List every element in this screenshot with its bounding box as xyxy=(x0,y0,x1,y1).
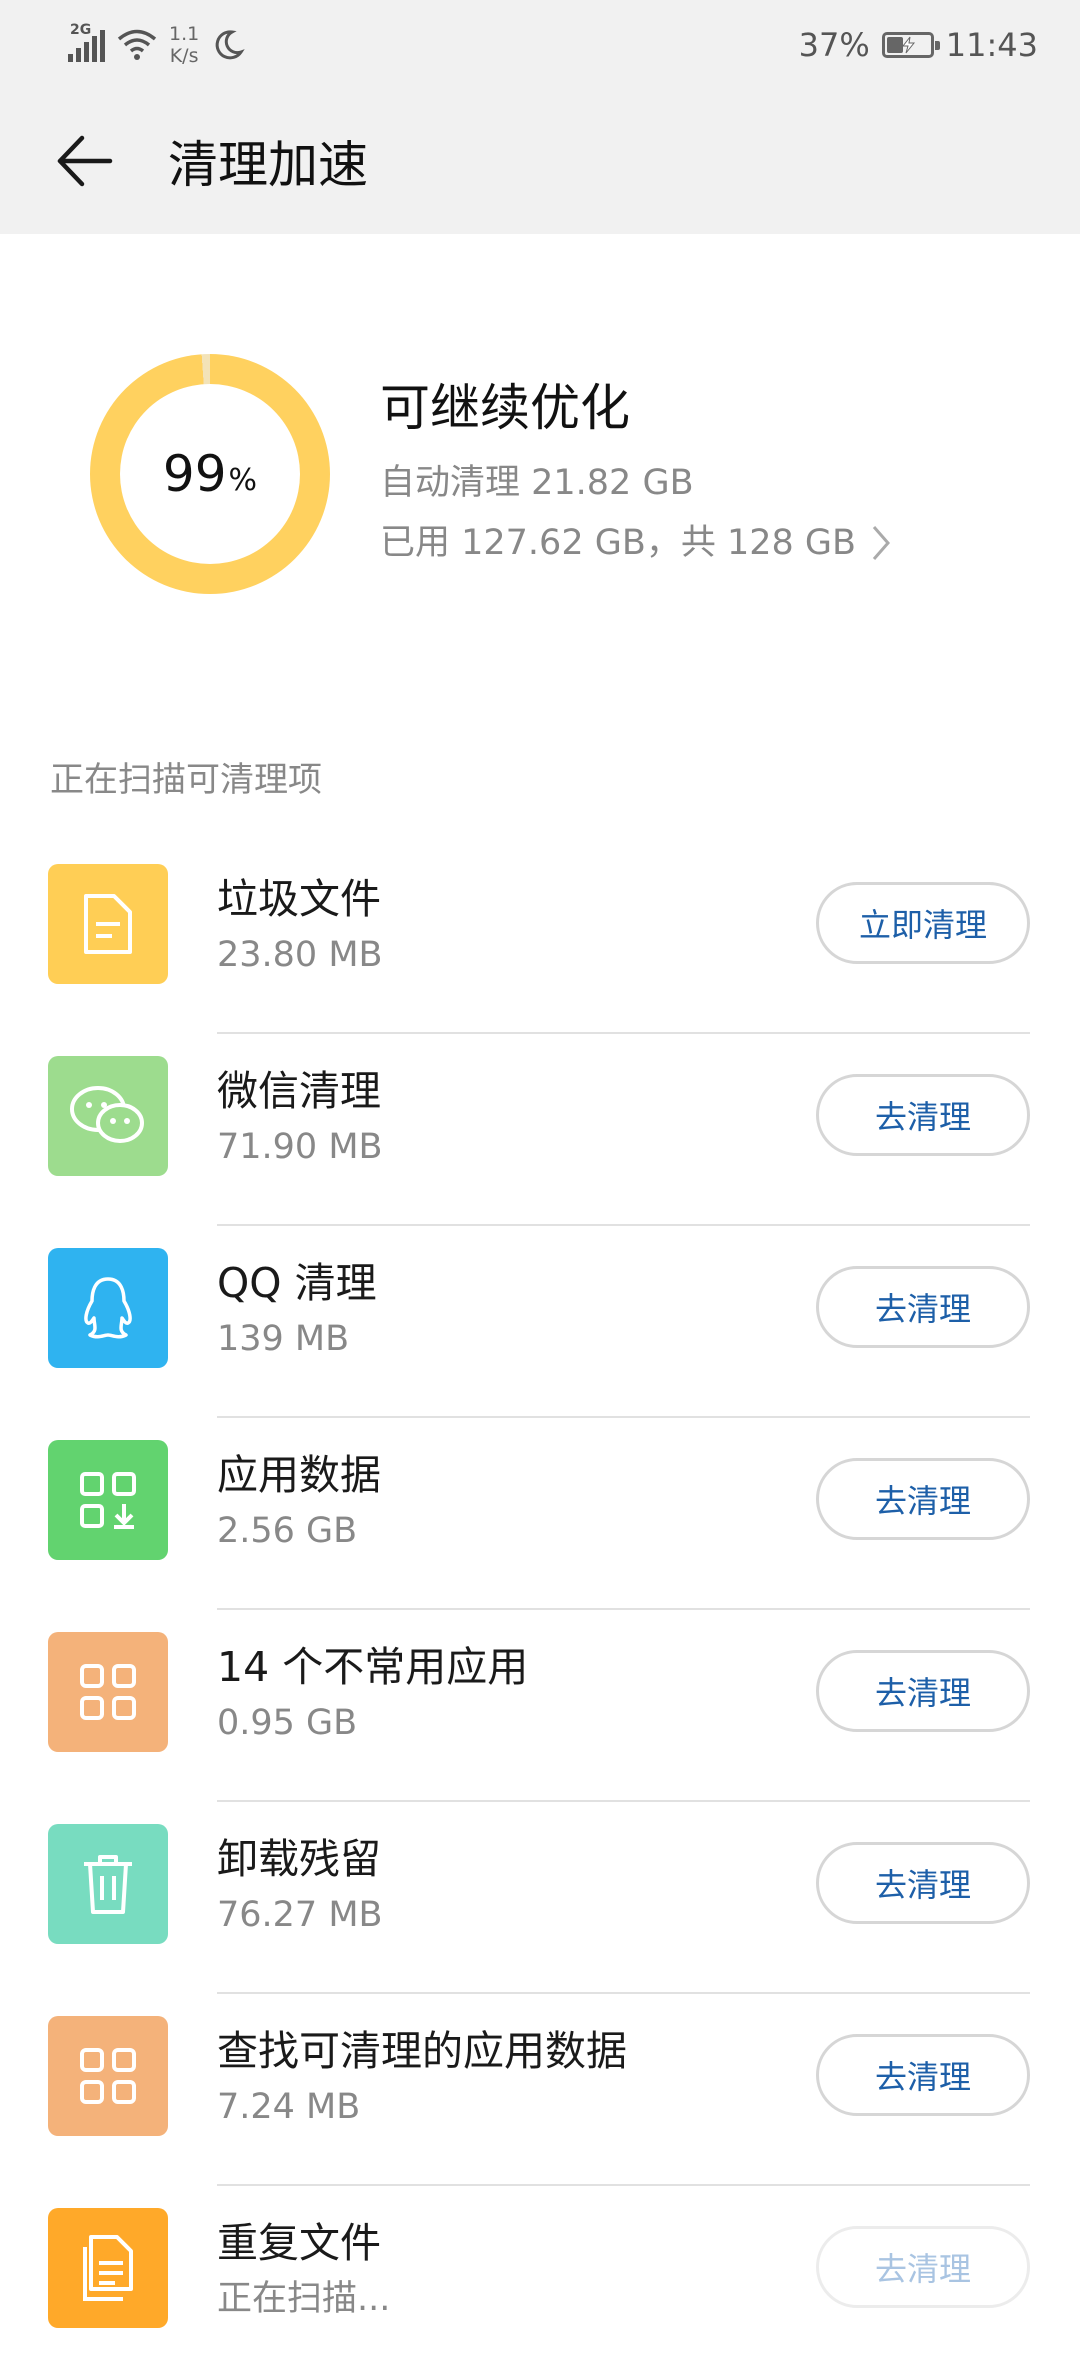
wifi-icon xyxy=(117,29,157,60)
clean-items-list: 垃圾文件 23.80 MB 立即清理 微信清理 71.90 MB 去清理 QQ … xyxy=(0,842,1080,2378)
item-name: 微信清理 xyxy=(217,1067,381,1115)
item-size: 23.80 MB xyxy=(217,935,383,975)
moon-icon xyxy=(215,30,245,60)
go-clean-button[interactable]: 去清理 xyxy=(816,1074,1030,1156)
signal-icon: 2G xyxy=(68,22,105,62)
status-bar: 2G 1.1 K/s 37% 11:43 xyxy=(0,0,1080,90)
item-size: 71.90 MB xyxy=(217,1127,383,1167)
app-header: 清理加速 xyxy=(0,90,1080,234)
section-title: 正在扫描可清理项 xyxy=(50,760,322,800)
battery-percent: 37% xyxy=(798,26,870,64)
document-icon xyxy=(48,864,168,984)
go-clean-button[interactable]: 去清理 xyxy=(816,1458,1030,1540)
item-name: QQ 清理 xyxy=(217,1259,377,1307)
item-size: 139 MB xyxy=(217,1319,350,1359)
apps-grid-icon xyxy=(48,2016,168,2136)
duplicate-file-icon xyxy=(48,2208,168,2328)
chevron-right-icon xyxy=(872,526,891,560)
item-size: 2.56 GB xyxy=(217,1511,358,1551)
battery-icon xyxy=(881,32,940,58)
list-item-wechat[interactable]: 微信清理 71.90 MB 去清理 xyxy=(0,1034,1080,1226)
list-item-uninstall-residue[interactable]: 卸载残留 76.27 MB 去清理 xyxy=(0,1802,1080,1994)
storage-ring: 99% xyxy=(90,354,330,594)
percent-unit: % xyxy=(228,462,258,498)
list-item-unused-apps[interactable]: 14 个不常用应用 0.95 GB 去清理 xyxy=(0,1610,1080,1802)
list-item-junk-files[interactable]: 垃圾文件 23.80 MB 立即清理 xyxy=(0,842,1080,1034)
item-name: 卸载残留 xyxy=(217,1835,381,1883)
item-name: 查找可清理的应用数据 xyxy=(217,2027,627,2075)
item-name: 垃圾文件 xyxy=(217,875,381,923)
item-size: 7.24 MB xyxy=(217,2087,361,2127)
storage-usage-link[interactable]: 已用 127.62 GB，共 128 GB xyxy=(380,520,892,566)
network-type: 2G xyxy=(70,22,92,38)
summary-title: 可继续优化 xyxy=(380,379,630,437)
item-name: 重复文件 xyxy=(217,2219,381,2267)
apps-grid-icon xyxy=(48,1632,168,1752)
storage-usage-text: 已用 127.62 GB，共 128 GB xyxy=(380,523,857,563)
page-title: 清理加速 xyxy=(168,136,368,194)
go-clean-button[interactable]: 去清理 xyxy=(816,1650,1030,1732)
auto-clean-text: 自动清理 21.82 GB xyxy=(380,463,694,503)
list-item-duplicate-files[interactable]: 重复文件 正在扫描... 去清理 xyxy=(0,2186,1080,2378)
trash-icon xyxy=(48,1824,168,1944)
list-item-app-data[interactable]: 应用数据 2.56 GB 去清理 xyxy=(0,1418,1080,1610)
network-speed: 1.1 K/s xyxy=(169,23,200,67)
list-item-qq[interactable]: QQ 清理 139 MB 去清理 xyxy=(0,1226,1080,1418)
item-size: 76.27 MB xyxy=(217,1895,383,1935)
list-item-find-app-data[interactable]: 查找可清理的应用数据 7.24 MB 去清理 xyxy=(0,1994,1080,2186)
back-arrow-icon[interactable] xyxy=(50,126,120,196)
app-data-icon xyxy=(48,1440,168,1560)
item-size: 0.95 GB xyxy=(217,1703,358,1743)
wechat-icon xyxy=(48,1056,168,1176)
go-clean-button[interactable]: 去清理 xyxy=(816,2226,1030,2308)
qq-penguin-icon xyxy=(48,1248,168,1368)
top-bar: 2G 1.1 K/s 37% 11:43 清理加速 xyxy=(0,0,1080,234)
clean-now-button[interactable]: 立即清理 xyxy=(816,882,1030,964)
go-clean-button[interactable]: 去清理 xyxy=(816,2034,1030,2116)
go-clean-button[interactable]: 去清理 xyxy=(816,1266,1030,1348)
item-name: 14 个不常用应用 xyxy=(217,1643,529,1691)
clock: 11:43 xyxy=(945,26,1038,64)
item-size: 正在扫描... xyxy=(217,2279,391,2319)
go-clean-button[interactable]: 去清理 xyxy=(816,1842,1030,1924)
percent-value: 99 xyxy=(162,445,227,503)
item-name: 应用数据 xyxy=(217,1451,381,1499)
